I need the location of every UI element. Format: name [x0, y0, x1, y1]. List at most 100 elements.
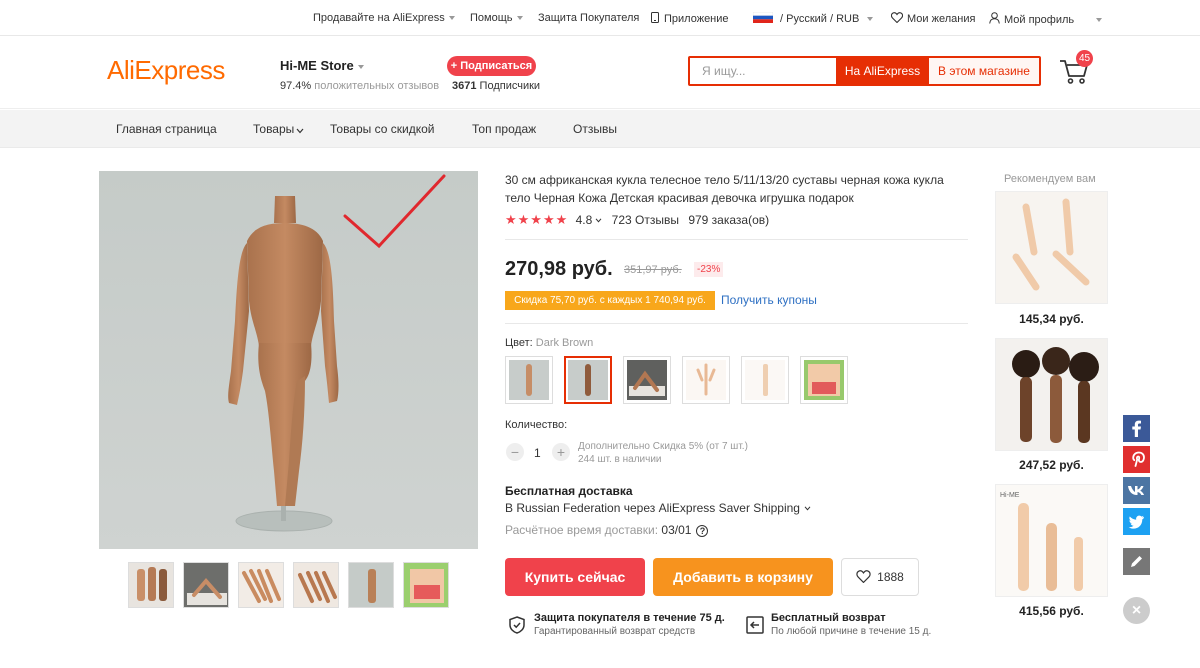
heart-icon [890, 12, 904, 24]
locale-selector[interactable]: / Русский / RUB [752, 11, 874, 25]
add-to-cart-button[interactable]: Добавить в корзину [653, 558, 833, 596]
vk-icon[interactable] [1123, 477, 1150, 504]
wish-count: 1888 [877, 570, 904, 584]
profile-label: Мой профиль [1004, 14, 1075, 26]
quantity-decrease-button[interactable]: − [506, 443, 524, 461]
chevron-down-icon [1096, 18, 1103, 23]
chevron-down-icon [296, 128, 304, 134]
thumbnail-image [129, 563, 173, 607]
phone-icon [651, 12, 659, 23]
chevron-down-icon [867, 17, 874, 22]
app-link[interactable]: Приложение [651, 12, 729, 25]
get-coupons-link[interactable]: Получить купоны [721, 293, 817, 307]
stock-text: 244 шт. в наличии [578, 454, 662, 465]
buy-now-button[interactable]: Купить сейчас [505, 558, 645, 596]
shipping-method[interactable]: В Russian Federation через AliExpress Sa… [505, 501, 811, 515]
recommend-item-price: 247,52 руб. [1019, 458, 1084, 472]
search-aliexpress-button[interactable]: На AliExpress [836, 58, 929, 84]
reviews-link[interactable]: 723 Отзывы [612, 213, 679, 227]
thumbnail-image [404, 563, 448, 607]
store-name[interactable]: Hi-ME Store [280, 58, 364, 73]
chevron-down-icon [595, 218, 602, 223]
doll-photo [996, 192, 1107, 303]
color-option-selected[interactable] [564, 356, 612, 404]
chevron-down-icon [516, 16, 523, 21]
russia-flag-icon [752, 11, 774, 23]
color-option[interactable] [623, 356, 671, 404]
profile-link[interactable]: Мой профиль [989, 12, 1103, 26]
subscribers-count: 3671 Подписчики [452, 80, 540, 92]
product-main-image[interactable] [99, 171, 478, 549]
rating-value[interactable]: 4.8 [576, 213, 593, 227]
star-rating-icon: ★★★★★ [505, 212, 569, 227]
chevron-down-icon [804, 506, 811, 511]
nav-home[interactable]: Главная страница [116, 122, 217, 136]
discount-badge: -23% [694, 262, 724, 277]
subscribe-button[interactable]: + Подписаться [447, 56, 536, 76]
color-option-image [745, 360, 785, 400]
delivery-time: Расчётное время доставки: 03/01? [505, 523, 709, 537]
thumbnail[interactable] [348, 562, 394, 608]
color-option[interactable] [682, 356, 730, 404]
color-option-image [509, 360, 549, 400]
color-option-image [568, 360, 608, 400]
locale-label: / Русский / RUB [780, 13, 860, 25]
aliexpress-logo[interactable]: AliExpress [107, 55, 225, 86]
protection-title: Защита покупателя в течение 75 д. [534, 612, 725, 624]
search-store-button[interactable]: В этом магазине [929, 58, 1039, 84]
color-option[interactable] [800, 356, 848, 404]
store-rating: 97.4% положительных отзывов [280, 80, 439, 92]
thumbnail[interactable] [293, 562, 339, 608]
color-option-image [804, 360, 844, 400]
thumbnail[interactable] [238, 562, 284, 608]
shield-icon [509, 616, 525, 634]
nav-top[interactable]: Топ продаж [472, 122, 536, 136]
return-title: Бесплатный возврат [771, 612, 886, 624]
quantity-info: Дополнительно Скидка 5% (от 7 шт.) 244 ш… [578, 440, 748, 466]
recommend-item-image[interactable] [995, 191, 1108, 304]
sell-label: Продавайте на AliExpress [313, 12, 445, 24]
recommend-item-image[interactable] [995, 338, 1108, 451]
nav-reviews[interactable]: Отзывы [573, 122, 617, 136]
buyer-protection-link[interactable]: Защита Покупателя [538, 12, 639, 24]
recommend-item-image[interactable]: Hi-ME [995, 484, 1108, 597]
thumbnail[interactable] [128, 562, 174, 608]
thumbnail-image [184, 563, 228, 607]
twitter-icon[interactable] [1123, 508, 1150, 535]
recommend-item-price: 145,34 руб. [1019, 312, 1084, 326]
store-header: AliExpress Hi-ME Store 97.4% положительн… [0, 36, 1200, 109]
color-option-image [686, 360, 726, 400]
svg-text:Hi-ME: Hi-ME [1000, 492, 1020, 499]
color-label: Цвет: Dark Brown [505, 337, 593, 349]
edit-icon[interactable] [1123, 548, 1150, 575]
nav-products[interactable]: Товары [253, 122, 304, 136]
pinterest-icon[interactable] [1123, 446, 1150, 473]
thumbnail-image [294, 563, 338, 607]
help-link[interactable]: Помощь [470, 12, 523, 24]
nav-sale[interactable]: Товары со скидкой [330, 122, 434, 136]
close-icon[interactable]: × [1123, 597, 1150, 624]
free-return-info: Бесплатный возврат По любой причине в теч… [746, 612, 931, 638]
thumbnail[interactable] [403, 562, 449, 608]
buyer-protection-info: Защита покупателя в течение 75 д. Гаранти… [509, 612, 725, 638]
rating-text: положительных отзывов [314, 80, 440, 92]
facebook-icon[interactable] [1123, 415, 1150, 442]
subscribers-label: Подписчики [479, 80, 541, 92]
thumbnail[interactable] [183, 562, 229, 608]
color-option[interactable] [741, 356, 789, 404]
top-bar: Продавайте на AliExpress Помощь Защита П… [0, 0, 1200, 36]
quantity-increase-button[interactable]: + [552, 443, 570, 461]
quantity-value[interactable]: 1 [534, 446, 541, 460]
search-input[interactable] [690, 58, 836, 84]
wishlist-link[interactable]: Мои желания [890, 12, 975, 25]
doll-photo [996, 339, 1107, 450]
sell-link[interactable]: Продавайте на AliExpress [313, 12, 455, 24]
chevron-down-icon [357, 64, 364, 69]
subscribers-number: 3671 [452, 80, 477, 92]
store-nav: Главная страница Товары Товары со скидко… [0, 110, 1200, 148]
return-text: По любой причине в течение 15 д. [771, 626, 932, 637]
color-option[interactable] [505, 356, 553, 404]
help-icon[interactable]: ? [696, 524, 709, 537]
wishlist-button[interactable]: 1888 [841, 558, 919, 596]
old-price: 351,97 руб. [624, 264, 682, 276]
